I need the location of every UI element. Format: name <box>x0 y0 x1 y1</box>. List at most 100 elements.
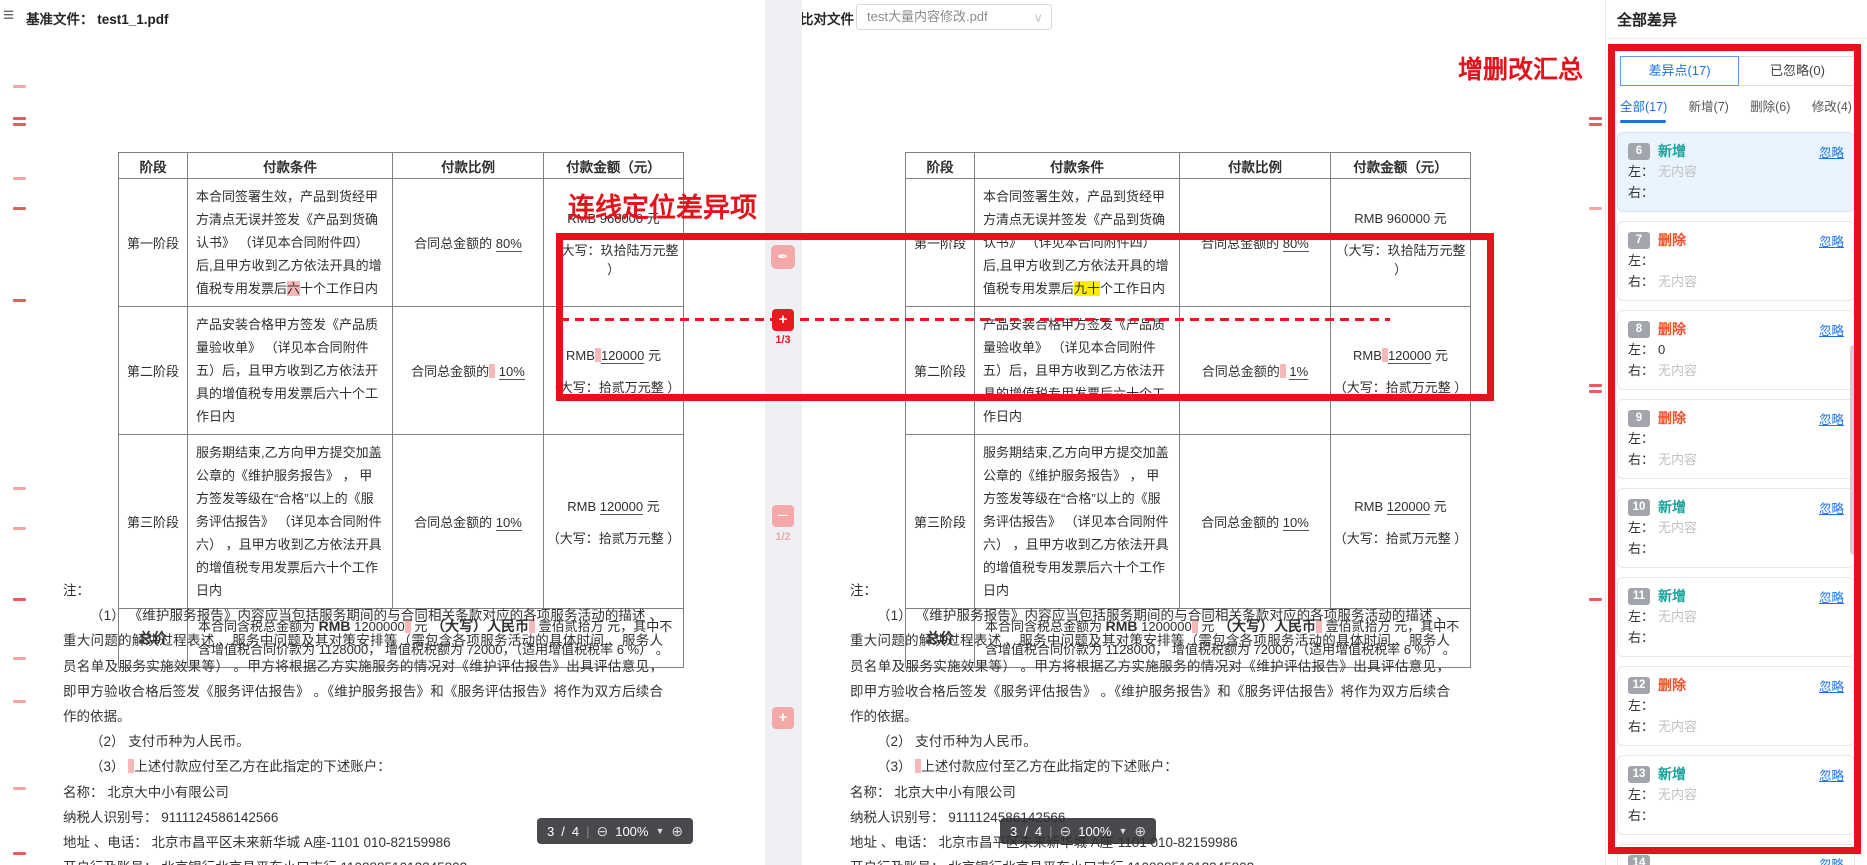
ignore-link[interactable]: 忽略 <box>1819 587 1844 606</box>
filter-added[interactable]: 新增(7) <box>1689 96 1729 115</box>
diff-item-badge: 14 <box>1628 855 1650 865</box>
diff-locator-add-button[interactable]: + <box>772 309 794 331</box>
left-value: 无内容 <box>1658 609 1697 624</box>
doc-text: 10% <box>496 515 522 531</box>
base-document-page: 阶段付款条件付款比例付款金额（元）第一阶段本合同签署生效，产品到货经甲方清点无误… <box>0 33 765 865</box>
filter-modified[interactable]: 修改(4) <box>1812 96 1852 115</box>
ignore-link[interactable]: 忽略 <box>1819 142 1844 161</box>
diff-position-marker <box>13 700 26 703</box>
diff-item-badge: 13 <box>1628 766 1650 783</box>
diff-item-header: 6新增忽略 <box>1628 141 1844 161</box>
diff-position-marker <box>13 207 26 210</box>
right-label: 右： <box>1628 541 1654 556</box>
zoom-level-dropdown-icon[interactable]: ▼ <box>655 826 664 836</box>
compare-file-select-value: test大量内容修改.pdf <box>867 5 988 29</box>
diff-item-card[interactable]: 7删除忽略左：右：无内容 <box>1617 221 1855 301</box>
ratio-cell: 合同总金额的 10% <box>393 307 544 435</box>
doc-text: 1% <box>1289 364 1308 380</box>
doc-text: 10% <box>1283 515 1309 531</box>
diff-item-header: 9删除忽略 <box>1628 408 1844 428</box>
diff-left-value: 左：无内容 <box>1628 161 1844 182</box>
zoom-in-icon[interactable]: ⊕ <box>671 823 683 840</box>
diff-item-card[interactable]: 9删除忽略左：右：无内容 <box>1617 399 1855 479</box>
ignore-link[interactable]: 忽略 <box>1819 409 1844 428</box>
annotate-pen-icon[interactable]: ✒ <box>771 245 795 269</box>
diff-item-card[interactable]: 13新增忽略左：无内容右： <box>1617 755 1855 835</box>
right-label: 右： <box>1628 363 1654 378</box>
diff-item-card[interactable]: 6新增忽略左：无内容右： <box>1617 132 1855 212</box>
tab-diff-points[interactable]: 差异点(17) <box>1620 56 1739 86</box>
diff-left-value: 左： <box>1628 250 1844 271</box>
diff-panel-title: 全部差异 <box>1617 9 1677 30</box>
diff-item-badge: 10 <box>1628 499 1650 516</box>
left-label: 左： <box>1628 520 1654 535</box>
ignore-link[interactable]: 忽略 <box>1819 320 1844 339</box>
diff-locator-remove-button[interactable]: ─ <box>772 505 794 527</box>
left-value: 无内容 <box>1658 787 1697 802</box>
zoom-level-dropdown-icon[interactable]: ▼ <box>1118 826 1127 836</box>
ignore-link[interactable]: 忽略 <box>1819 854 1844 865</box>
amount-caps: （大写：拾贰万元整 ） <box>1332 377 1469 396</box>
amount-caps: （大写：玖拾陆万元整 ） <box>545 240 682 278</box>
stage-cell: 第一阶段 <box>906 179 975 307</box>
filter-all[interactable]: 全部(17) <box>1620 96 1667 115</box>
ignore-link[interactable]: 忽略 <box>1819 765 1844 784</box>
hamburger-menu-icon[interactable]: ≡ <box>3 5 14 27</box>
diff-item-type: 删除 <box>1658 675 1686 695</box>
diff-position-marker <box>13 787 26 790</box>
ignore-link[interactable]: 忽略 <box>1819 231 1844 250</box>
diff-item-type: 新增 <box>1658 586 1686 606</box>
compare-file-select[interactable]: test大量内容修改.pdf ∨ <box>856 4 1052 30</box>
diff-item-badge: 8 <box>1628 321 1650 338</box>
diff-item-card[interactable]: 11新增忽略左：无内容右： <box>1617 577 1855 657</box>
diff-item-card[interactable]: 10新增忽略左： 无内容右： <box>1617 488 1855 568</box>
condition-cell: 产品安装合格甲方签发《产品质量验收单》 （详见本合同附件五）后，且甲方收到乙方依… <box>188 307 393 435</box>
added-text-highlight: 九十 <box>1074 281 1100 296</box>
note-paragraph: （1） 《维护服务报告》内容应当包括服务期间的与合同相关条款对应的各项服务活动的… <box>63 603 663 729</box>
diff-item-type: 删除 <box>1658 319 1686 339</box>
note-paragraph: （3） 上述付款应付至乙方在此指定的下述账户： <box>850 754 1450 779</box>
diff-item-header: 12删除忽略 <box>1628 675 1844 695</box>
filter-deleted[interactable]: 删除(6) <box>1750 96 1790 115</box>
left-viewer-toolbar: 3 / 4 | ⊖ 100% ▼ ⊕ <box>537 818 693 844</box>
zoom-out-icon[interactable]: ⊖ <box>596 823 608 840</box>
deleted-fragment-marker <box>915 759 921 773</box>
tab-ignored[interactable]: 已忽略(0) <box>1738 56 1857 86</box>
current-page: 3 <box>547 824 554 839</box>
right-label: 右： <box>1628 274 1654 289</box>
doc-text: RMB 960000 元 <box>1354 211 1447 226</box>
diff-right-value: 右：无内容 <box>1628 271 1844 292</box>
ignore-link[interactable]: 忽略 <box>1819 498 1844 517</box>
diff-filters: 全部(17) 新增(7) 删除(6) 修改(4) <box>1620 96 1852 115</box>
base-file-label-text: 基准文件： <box>26 12 94 27</box>
doc-text: 80% <box>1283 236 1309 252</box>
diff-item-header: 13 新增 忽略 <box>1628 764 1844 784</box>
ignore-link[interactable]: 忽略 <box>1819 676 1844 695</box>
diff-position-marker <box>13 299 26 302</box>
diff-item-header: 10新增忽略 <box>1628 497 1844 517</box>
diff-item-card[interactable]: 8删除忽略左：0右：无内容 <box>1617 310 1855 390</box>
amount-line: RMB120000 元 <box>545 345 682 364</box>
left-value: 无内容 <box>1658 520 1697 535</box>
diff-item-type: 新增 <box>1658 764 1686 784</box>
column-header: 付款比例 <box>1180 153 1331 179</box>
zoom-level: 100% <box>615 824 648 839</box>
condition-cell: 本合同签署生效，产品到货经甲方清点无误并签发《产品到货确认书》 （详见本合同附件… <box>975 179 1180 307</box>
zoom-in-icon[interactable]: ⊕ <box>1134 823 1146 840</box>
diff-item-badge: 11 <box>1628 588 1650 605</box>
amount-line: RMB120000 元 <box>1332 345 1469 364</box>
left-value: 无内容 <box>1658 164 1697 179</box>
diff-item-card[interactable]: 14忽略左：右： <box>1617 844 1855 865</box>
right-label: 右： <box>1628 630 1654 645</box>
amount-caps: （大写：拾贰万元整 ） <box>545 377 682 396</box>
diff-position-indicator: 1/2 <box>768 531 798 543</box>
note-title: 注： <box>850 578 1450 603</box>
right-value: 无内容 <box>1658 363 1697 378</box>
base-file-label: 基准文件： test1_1.pdf <box>26 8 169 28</box>
diff-item-card[interactable]: 12删除忽略左：右：无内容 <box>1617 666 1855 746</box>
left-label: 左： <box>1628 698 1654 713</box>
zoom-out-icon[interactable]: ⊖ <box>1059 823 1071 840</box>
amount-caps: （大写：拾贰万元整 ） <box>1332 528 1469 547</box>
panel-scrollbar[interactable] <box>1850 345 1858 555</box>
diff-locator-add-button-2[interactable]: + <box>772 707 794 729</box>
